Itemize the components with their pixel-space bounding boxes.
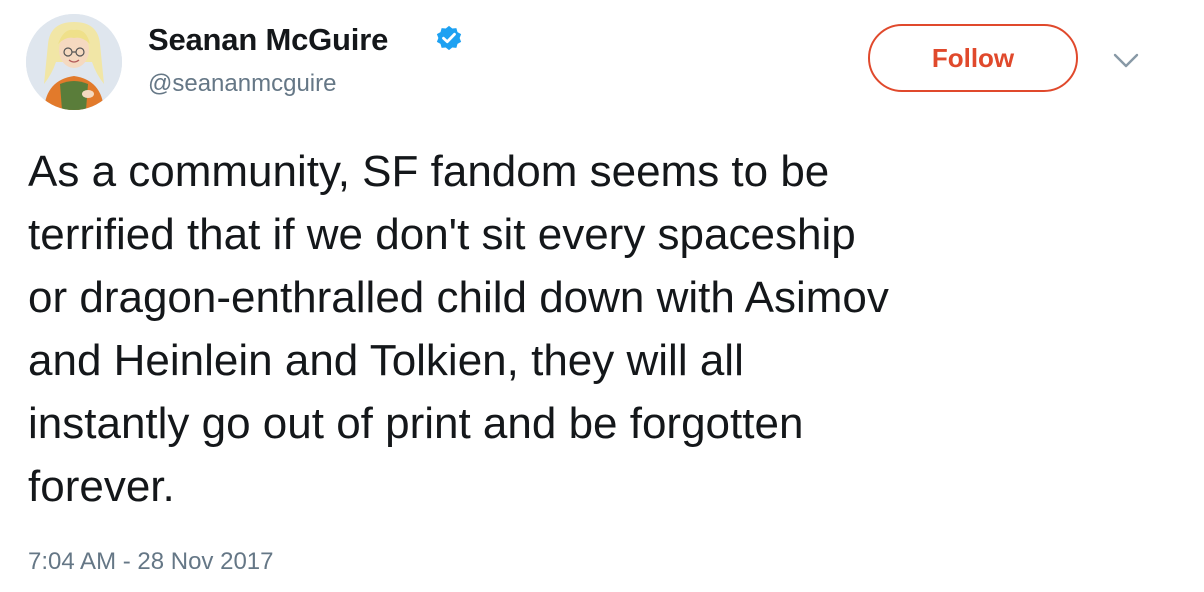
tweet-card: Seanan McGuire @seananmcguire Follow As … bbox=[0, 0, 1204, 592]
tweet-text: As a community, SF fandom seems to be te… bbox=[28, 147, 889, 511]
follow-button[interactable]: Follow bbox=[868, 24, 1078, 92]
verified-badge-icon bbox=[436, 25, 462, 51]
avatar-illustration bbox=[26, 14, 122, 110]
author-display-name[interactable]: Seanan McGuire bbox=[148, 22, 388, 58]
author-username[interactable]: @seananmcguire bbox=[148, 70, 336, 98]
chevron-down-icon[interactable] bbox=[1110, 44, 1142, 76]
tweet-timestamp[interactable]: 7:04 AM - 28 Nov 2017 bbox=[28, 548, 273, 576]
avatar[interactable] bbox=[26, 14, 122, 110]
